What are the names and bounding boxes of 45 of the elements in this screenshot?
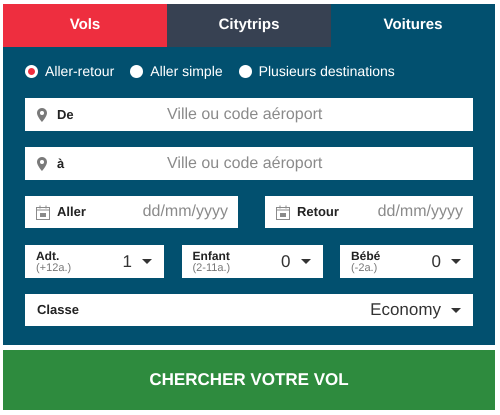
select-value: 0 bbox=[281, 250, 290, 273]
caret-icon bbox=[451, 259, 461, 264]
placeholder-text: Ville ou code aéroport bbox=[167, 104, 324, 124]
location-pin-icon bbox=[37, 108, 47, 122]
select-value: 1 bbox=[122, 250, 132, 273]
select-value: 0 bbox=[432, 250, 441, 273]
field-label: Aller bbox=[57, 203, 87, 222]
class-select[interactable]: Classe Economy bbox=[25, 294, 473, 326]
field-label: à bbox=[57, 154, 66, 173]
radio-label: Aller simple bbox=[150, 62, 223, 81]
field-label: Enfant bbox=[192, 250, 231, 262]
calendar-icon bbox=[36, 204, 50, 220]
field-label: Bébé bbox=[351, 250, 382, 262]
radio-button[interactable] bbox=[25, 64, 38, 78]
field-label: Retour bbox=[297, 203, 340, 222]
passenger-select[interactable]: Bébé (-2a.) 0 bbox=[340, 245, 473, 278]
field-label: Classe bbox=[37, 301, 80, 320]
search-button[interactable]: CHERCHER VOTRE VOL bbox=[3, 350, 495, 410]
age-note: (+12a.) bbox=[36, 262, 72, 274]
tab[interactable]: Vols bbox=[3, 4, 167, 47]
destination-field[interactable]: à Ville ou code aéroport bbox=[25, 147, 473, 180]
caret-icon bbox=[451, 308, 461, 312]
calendar-icon bbox=[276, 204, 290, 220]
placeholder-text: dd/mm/yyyy bbox=[142, 202, 228, 222]
tab[interactable]: Voitures bbox=[331, 4, 495, 47]
tab[interactable]: Citytrips bbox=[167, 4, 331, 47]
date-field[interactable]: Retour dd/mm/yyyy bbox=[265, 196, 473, 228]
date-field[interactable]: Aller dd/mm/yyyy bbox=[25, 196, 238, 228]
radio-button[interactable] bbox=[238, 64, 252, 78]
passenger-select[interactable]: Enfant (2-11a.) 0 bbox=[182, 245, 322, 278]
placeholder-text: dd/mm/yyyy bbox=[376, 202, 463, 222]
age-note: (2-11a.) bbox=[192, 262, 232, 274]
field-label: De bbox=[57, 106, 75, 124]
caret-icon bbox=[300, 259, 310, 264]
age-note: (-2a.) bbox=[351, 262, 378, 274]
select-value: Economy bbox=[370, 299, 441, 322]
radio-label: Aller-retour bbox=[45, 62, 114, 80]
location-pin-icon bbox=[37, 156, 47, 170]
origin-field[interactable]: De Ville ou code aéroport bbox=[25, 98, 473, 131]
field-label: Adt. bbox=[36, 250, 60, 262]
radio-label: Plusieurs destinations bbox=[258, 62, 395, 80]
caret-icon bbox=[142, 259, 152, 264]
placeholder-text: Ville ou code aéroport bbox=[167, 154, 324, 174]
passenger-select[interactable]: Adt. (+12a.) 1 bbox=[25, 245, 164, 278]
radio-button[interactable] bbox=[130, 64, 144, 78]
